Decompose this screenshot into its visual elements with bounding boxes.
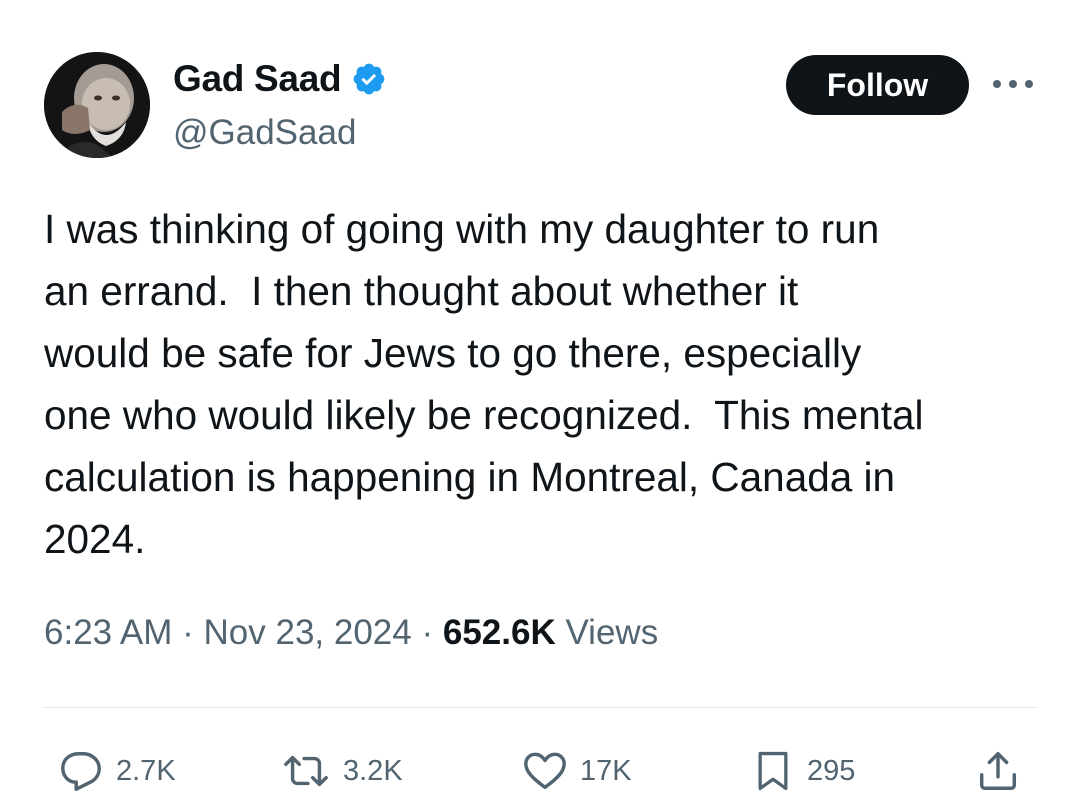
author-handle[interactable]: @GadSaad — [173, 113, 356, 153]
more-options-icon[interactable] — [988, 66, 1038, 102]
reply-icon — [61, 752, 101, 791]
meta-separator: · — [411, 613, 443, 652]
reply-button[interactable]: 2.7K — [58, 738, 176, 804]
share-icon — [979, 752, 1017, 790]
divider — [44, 707, 1038, 708]
tweet-date[interactable]: Nov 23, 2024 — [204, 613, 412, 653]
share-button[interactable] — [975, 738, 1021, 804]
tweet-meta: 6:23 AM · Nov 23, 2024 · 652.6K Views — [44, 613, 658, 653]
views-label: Views — [555, 613, 659, 652]
bookmark-button[interactable]: 295 — [751, 738, 855, 804]
author-name-row: Gad Saad — [173, 58, 387, 100]
repost-icon — [284, 755, 328, 787]
heart-icon — [524, 752, 566, 790]
avatar-photo — [44, 52, 150, 158]
bookmark-count: 295 — [807, 754, 856, 787]
tweet-text: I was thinking of going with my daughter… — [44, 206, 924, 562]
bookmark-icon — [758, 751, 788, 791]
author-display-name[interactable]: Gad Saad — [173, 58, 342, 100]
tweet-time[interactable]: 6:23 AM — [44, 613, 172, 653]
follow-button[interactable]: Follow — [786, 55, 969, 115]
repost-button[interactable]: 3.2K — [281, 738, 403, 804]
like-button[interactable]: 17K — [522, 738, 632, 804]
avatar[interactable] — [44, 52, 150, 158]
views-count[interactable]: 652.6K — [443, 613, 556, 653]
verified-badge-icon[interactable] — [351, 61, 387, 97]
reply-count: 2.7K — [116, 754, 176, 787]
meta-separator: · — [172, 613, 204, 652]
repost-count: 3.2K — [343, 754, 403, 787]
action-bar: 2.7K 3.2K 17K 295 — [0, 738, 1070, 804]
like-count: 17K — [580, 754, 632, 787]
